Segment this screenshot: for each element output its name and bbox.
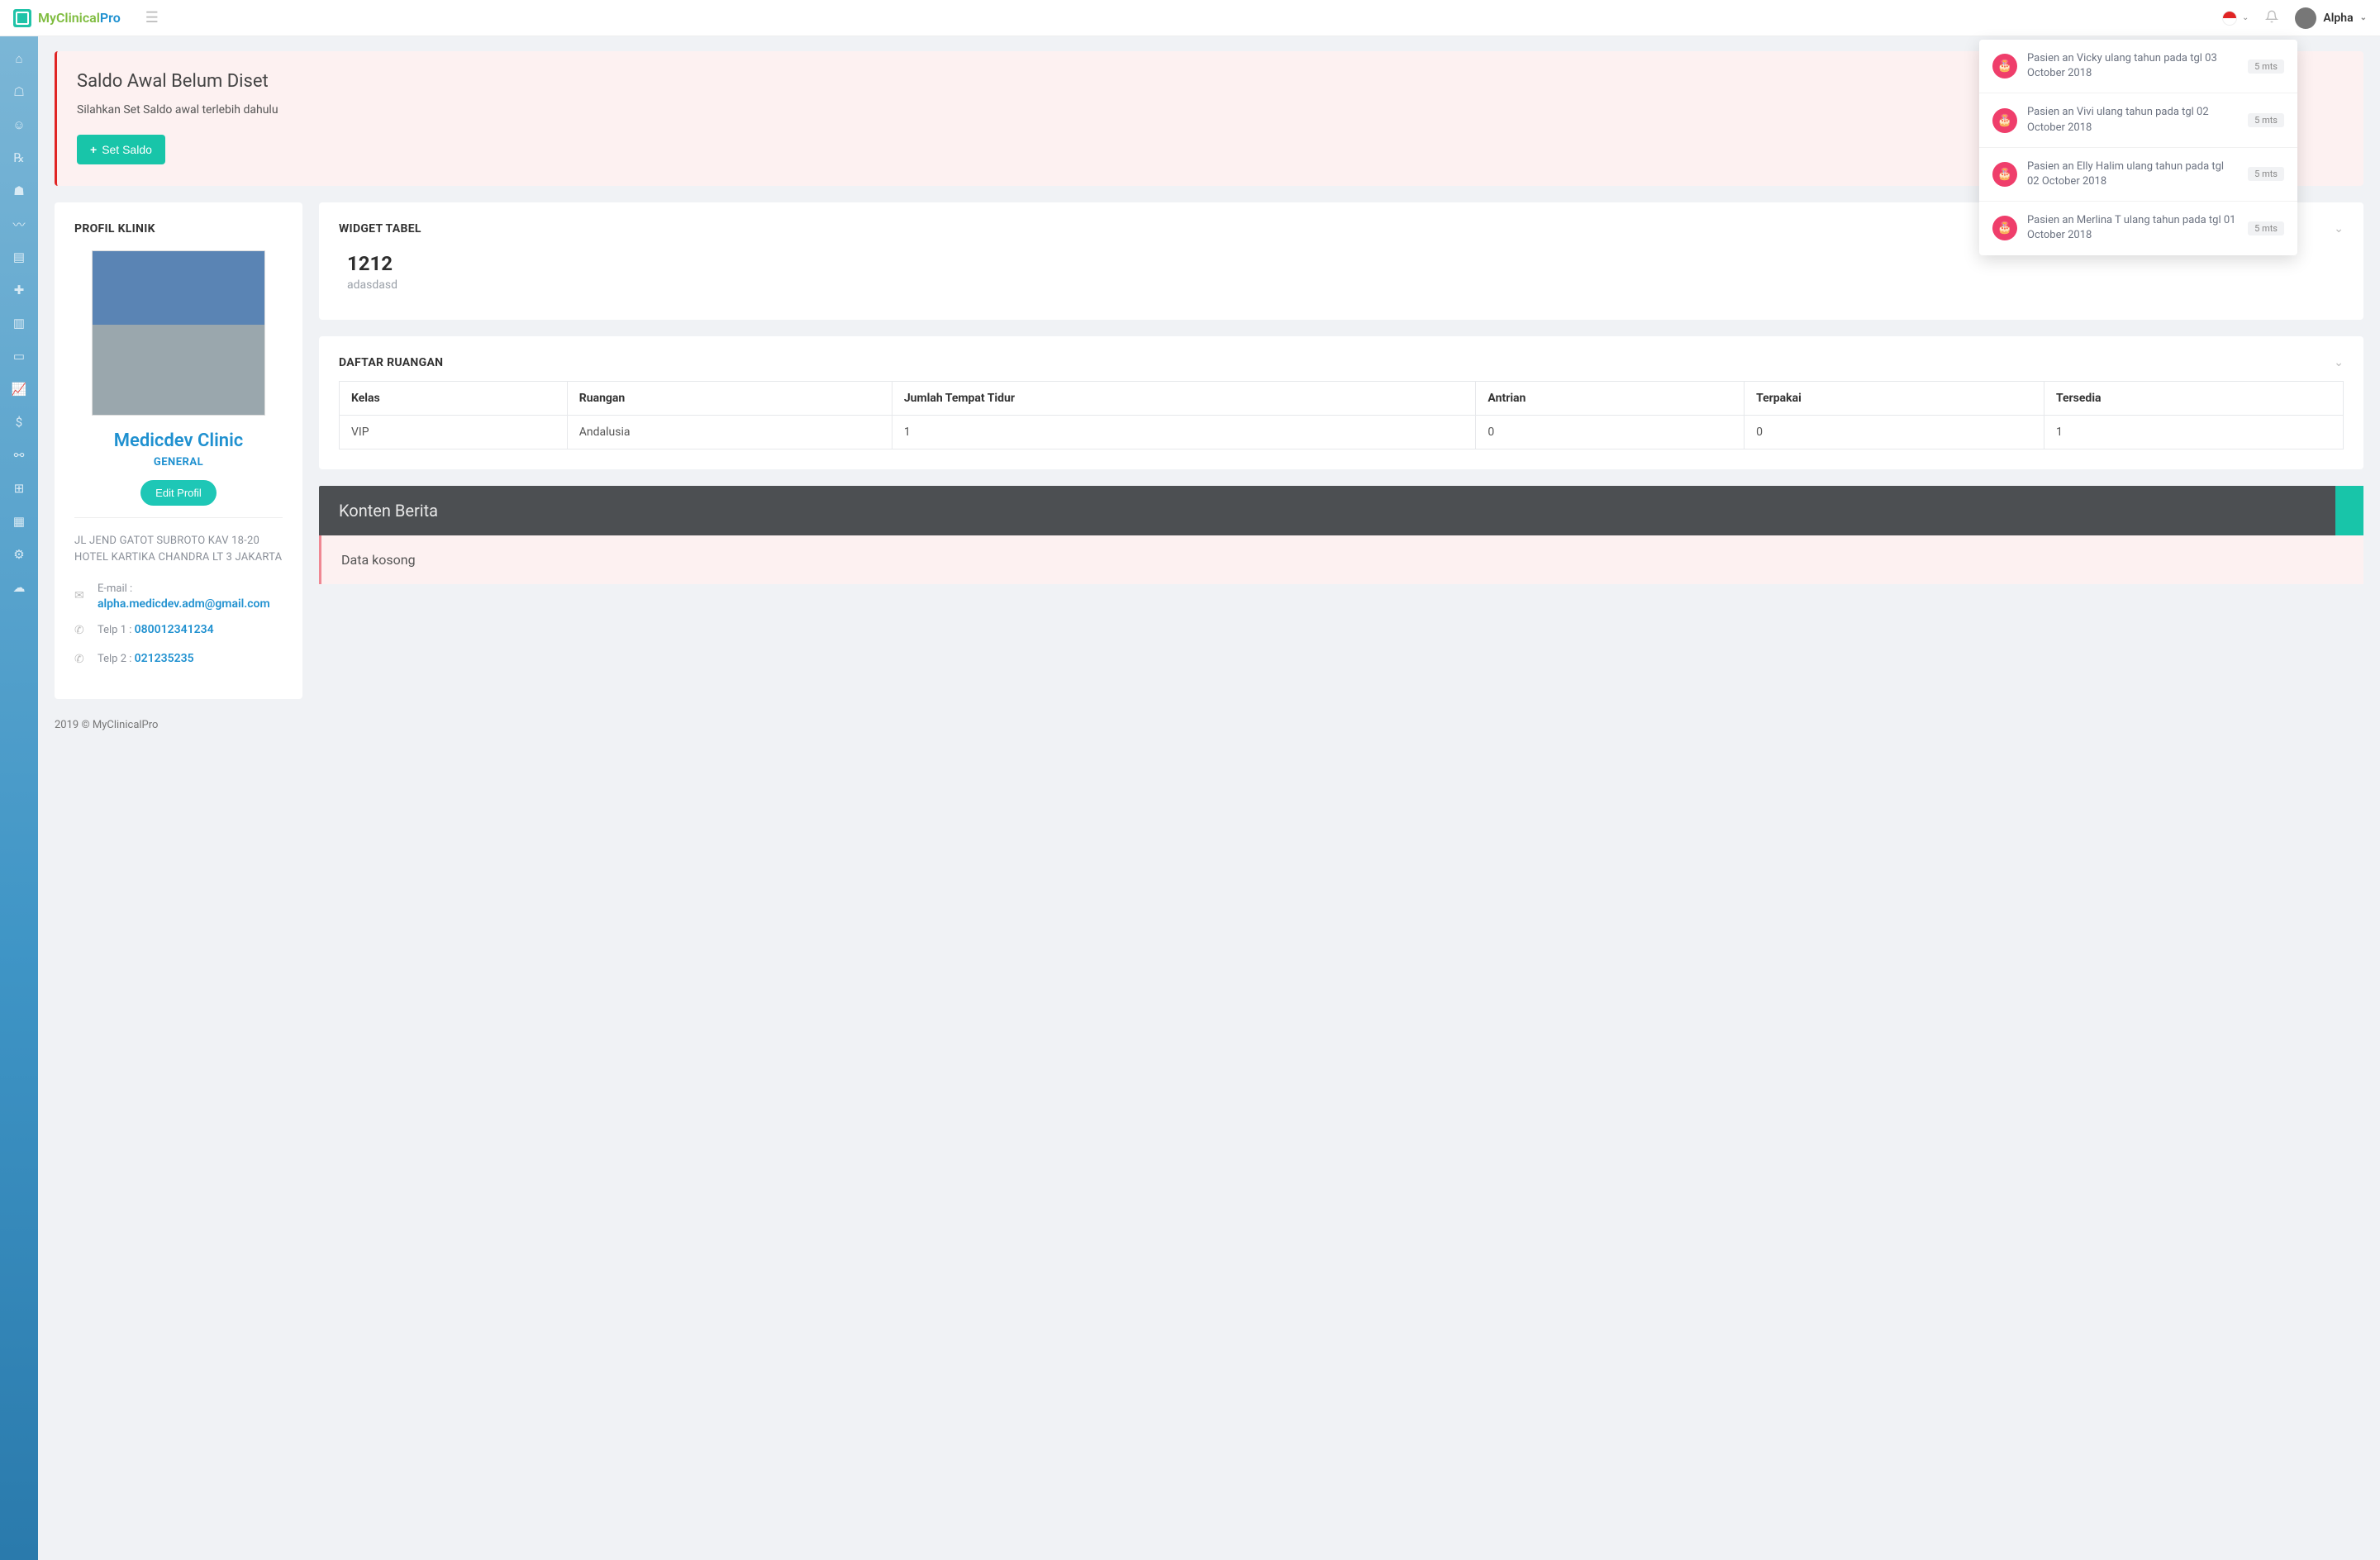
birthday-icon: 🎂	[1992, 216, 2017, 240]
nav-doc[interactable]: ▤	[0, 241, 38, 273]
cell: VIP	[340, 416, 568, 449]
rooms-heading: DAFTAR RUANGAN	[339, 356, 443, 369]
notifications-dropdown: 🎂 Pasien an Vicky ulang tahun pada tgl 03…	[1979, 40, 2297, 255]
nav-users[interactable]: ⚯	[0, 440, 38, 471]
chevron-down-icon: ⌄	[2360, 13, 2367, 22]
email-row: ✉ E-mail : alpha.medicdev.adm@gmail.com	[74, 581, 283, 611]
envelope-icon: ✉	[74, 589, 88, 602]
col-header: Tersedia	[2044, 382, 2343, 416]
notification-time: 5 mts	[2248, 113, 2284, 127]
clinic-name: Medicdev Clinic	[74, 430, 283, 451]
set-saldo-button[interactable]: + Set Saldo	[77, 135, 165, 164]
nav-folder[interactable]: ▭	[0, 340, 38, 372]
widget-sub: adasdasd	[347, 278, 2335, 292]
col-header: Ruangan	[567, 382, 892, 416]
col-header: Kelas	[340, 382, 568, 416]
notification-text: Pasien an Vicky ulang tahun pada tgl 03 …	[2027, 51, 2238, 81]
nav-steth[interactable]: ℞	[0, 142, 38, 174]
chevron-down-icon: ⌄	[2242, 13, 2249, 22]
collapse-icon[interactable]: ⌄	[2334, 222, 2344, 235]
table-row: VIPAndalusia1001	[340, 416, 2344, 449]
nav-cloud[interactable]: ☁	[0, 572, 38, 603]
notification-text: Pasien an Vivi ulang tahun pada tgl 02 O…	[2027, 105, 2238, 135]
col-header: Terpakai	[1745, 382, 2044, 416]
notification-item[interactable]: 🎂 Pasien an Merlina T ulang tahun pada tg…	[1979, 202, 2297, 254]
set-saldo-label: Set Saldo	[102, 143, 152, 156]
clinic-image	[92, 250, 265, 416]
phone-icon: ✆	[74, 624, 88, 637]
news-heading: Konten Berita	[319, 486, 2363, 535]
email-value[interactable]: alpha.medicdev.adm@gmail.com	[98, 597, 270, 611]
widget-heading: WIDGET TABEL	[339, 222, 421, 235]
brand-part1: MyClinical	[38, 10, 100, 26]
nav-file[interactable]: ▥	[0, 307, 38, 339]
birthday-icon: 🎂	[1992, 108, 2017, 133]
notification-text: Pasien an Elly Halim ulang tahun pada tg…	[2027, 159, 2238, 189]
bell-icon[interactable]	[2265, 10, 2278, 26]
logo[interactable]: MyClinicalPro	[13, 9, 121, 27]
notification-item[interactable]: 🎂 Pasien an Vicky ulang tahun pada tgl 03…	[1979, 40, 2297, 93]
nav-chart[interactable]: 〰	[0, 208, 38, 240]
collapse-icon[interactable]: ⌄	[2334, 356, 2344, 369]
nav-person[interactable]: ☺	[0, 109, 38, 140]
cell: 0	[1476, 416, 1745, 449]
nav-analytics[interactable]: 📈	[0, 373, 38, 405]
notification-text: Pasien an Merlina T ulang tahun pada tgl…	[2027, 213, 2238, 243]
logo-icon	[13, 9, 31, 27]
cell: 1	[2044, 416, 2343, 449]
user-menu[interactable]: Alpha ⌄	[2295, 7, 2367, 29]
tel1-label: Telp 1 :	[98, 624, 135, 636]
nav-plus[interactable]: ⊞	[0, 473, 38, 504]
clinic-address: JL JEND GATOT SUBROTO KAV 18-20 HOTEL KA…	[74, 533, 283, 566]
nav-home[interactable]: ⌂	[0, 43, 38, 74]
clinic-type: GENERAL	[74, 456, 283, 468]
footer: 2019 © MyClinicalPro	[55, 719, 2363, 731]
email-label: E-mail :	[98, 581, 270, 597]
flag-icon	[2222, 11, 2237, 26]
notification-time: 5 mts	[2248, 221, 2284, 235]
tel2-row: ✆ Telp 2 : 021235235	[74, 651, 283, 668]
sidebar: ⌂ ☖ ☺ ℞ ☗ 〰 ▤ ✚ ▥ ▭ 📈 $ ⚯ ⊞ ▦ ⚙ ☁	[0, 36, 38, 1560]
edit-profile-button[interactable]: Edit Profil	[140, 480, 217, 506]
tel2-value[interactable]: 021235235	[135, 652, 194, 665]
col-header: Jumlah Tempat Tidur	[892, 382, 1476, 416]
nav-money[interactable]: $	[0, 407, 38, 438]
col-header: Antrian	[1476, 382, 1745, 416]
menu-toggle-icon[interactable]: ☰	[145, 9, 159, 26]
cell: 1	[892, 416, 1476, 449]
widget-value: 1212	[347, 252, 2335, 275]
notification-time: 5 mts	[2248, 59, 2284, 74]
rooms-table: KelasRuanganJumlah Tempat TidurAntrianTe…	[339, 381, 2344, 449]
notification-time: 5 mts	[2248, 167, 2284, 181]
birthday-icon: 🎂	[1992, 162, 2017, 187]
tel2-label: Telp 2 :	[98, 653, 135, 665]
tel1-value[interactable]: 080012341234	[135, 623, 214, 636]
notification-item[interactable]: 🎂 Pasien an Elly Halim ulang tahun pada t…	[1979, 148, 2297, 202]
main: Saldo Awal Belum Diset Silahkan Set Sald…	[38, 36, 2380, 1560]
profile-heading: PROFIL KLINIK	[74, 222, 283, 235]
phone-icon: ✆	[74, 653, 88, 666]
tel1-row: ✆ Telp 1 : 080012341234	[74, 622, 283, 639]
rooms-card: DAFTAR RUANGAN ⌄ KelasRuanganJumlah Temp…	[319, 336, 2363, 469]
news-card: Konten Berita Data kosong	[319, 486, 2363, 584]
clinic-profile-card: PROFIL KLINIK Medicdev Clinic GENERAL Ed…	[55, 202, 302, 699]
language-switch[interactable]: ⌄	[2222, 11, 2249, 26]
birthday-icon: 🎂	[1992, 54, 2017, 78]
nav-patient[interactable]: ☖	[0, 76, 38, 107]
nav-medkit[interactable]: ✚	[0, 274, 38, 306]
brand-part2: Pro	[100, 10, 121, 26]
username: Alpha	[2323, 12, 2353, 25]
news-empty: Data kosong	[319, 535, 2363, 584]
notification-item[interactable]: 🎂 Pasien an Vivi ulang tahun pada tgl 02 …	[1979, 93, 2297, 147]
nav-calendar[interactable]: ▦	[0, 506, 38, 537]
plus-icon: +	[90, 143, 97, 156]
nav-briefcase[interactable]: ☗	[0, 175, 38, 207]
nav-settings[interactable]: ⚙	[0, 539, 38, 570]
topbar: MyClinicalPro ☰ ⌄ Alpha ⌄	[0, 0, 2380, 36]
cell: Andalusia	[567, 416, 892, 449]
cell: 0	[1745, 416, 2044, 449]
avatar	[2295, 7, 2316, 29]
